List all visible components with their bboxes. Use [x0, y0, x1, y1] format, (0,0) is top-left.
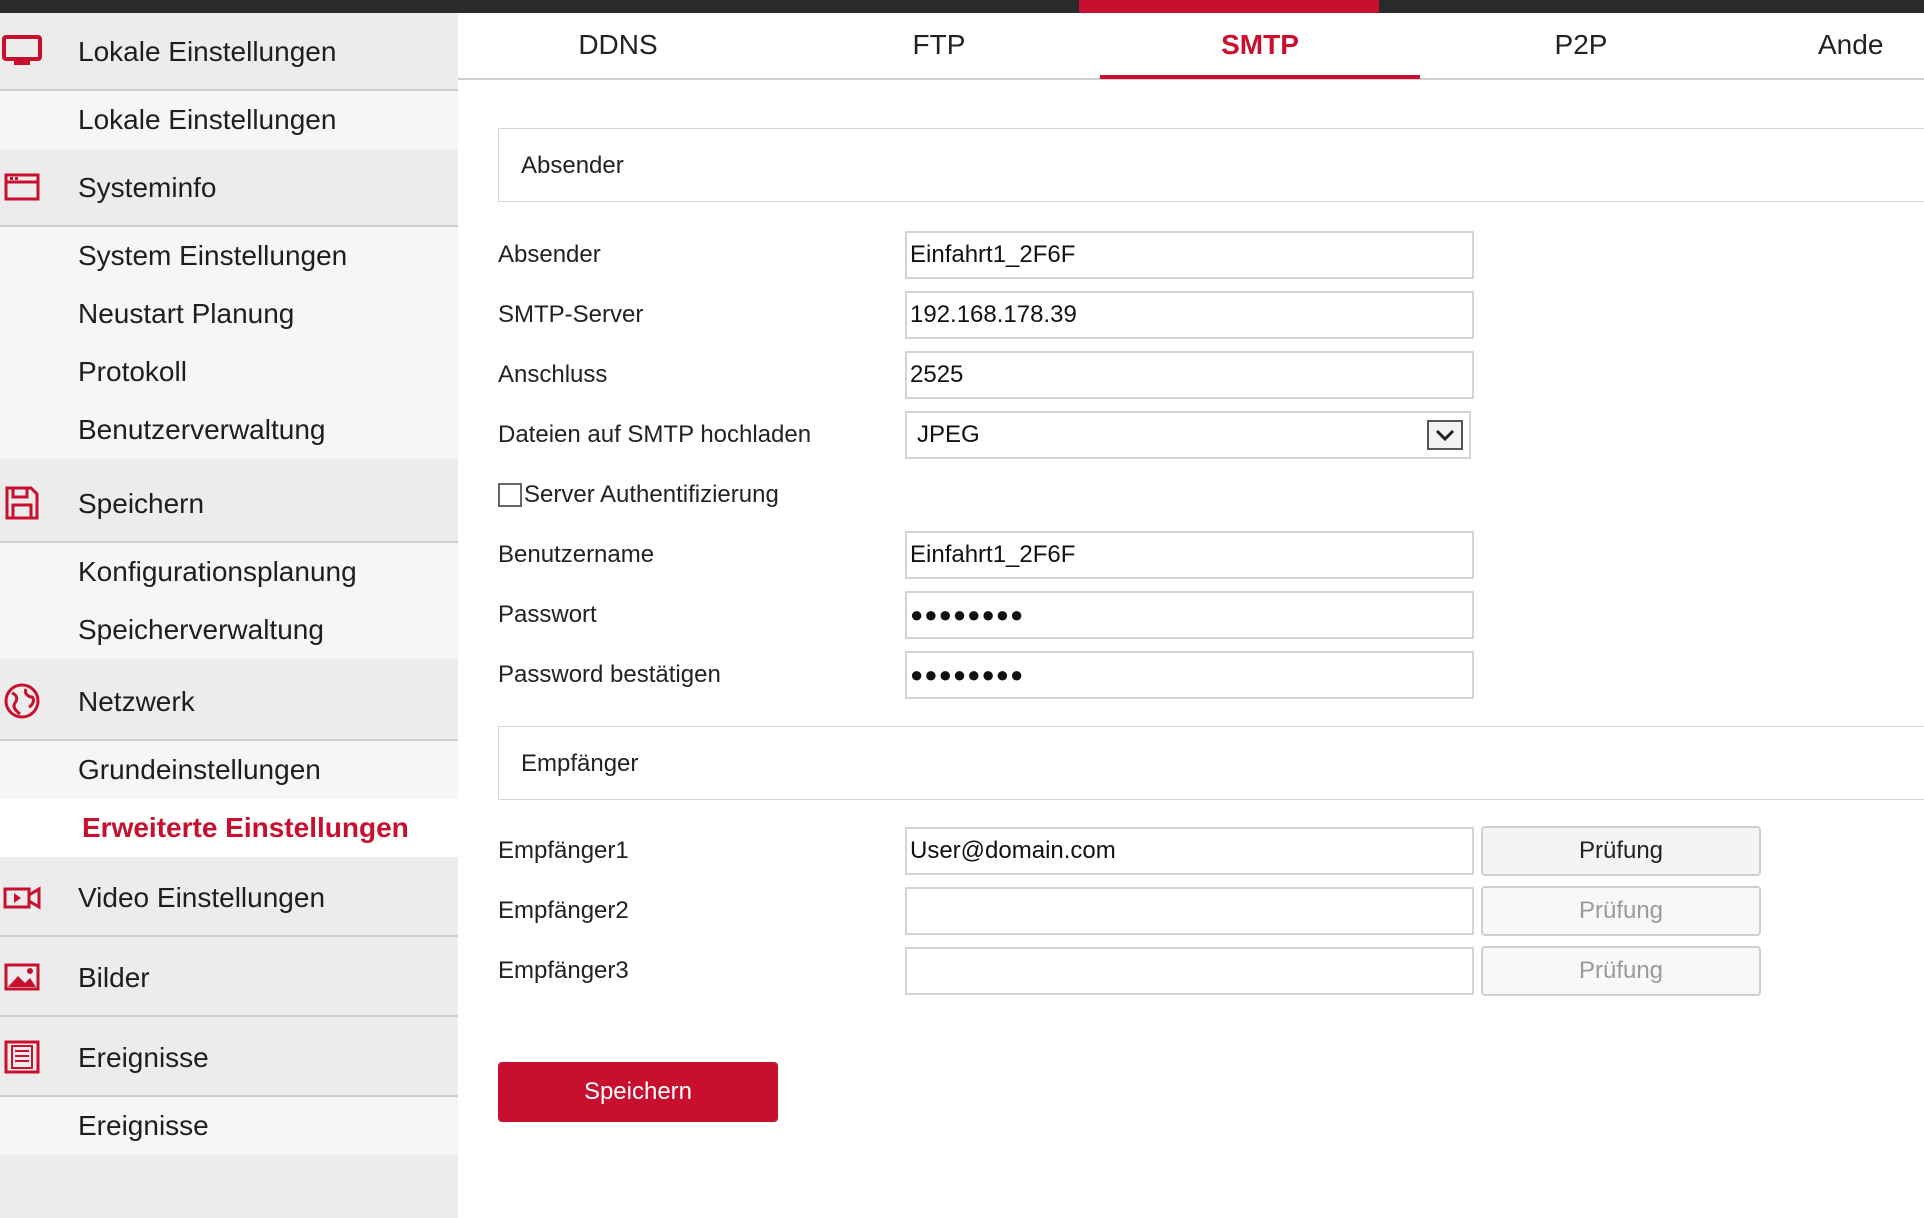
upload-label: Dateien auf SMTP hochladen — [498, 421, 812, 448]
sidebar-category-images[interactable]: Bilder — [0, 939, 458, 1017]
sender-label: Absender — [498, 241, 601, 268]
sidebar-category-systeminfo[interactable]: Systeminfo — [0, 149, 458, 227]
monitor-icon — [2, 31, 42, 71]
sidebar-category-local-settings[interactable]: Lokale Einstellungen — [0, 13, 458, 91]
recipient3-label: Empfänger3 — [498, 957, 629, 984]
tab-bar: DDNS FTP SMTP P2P Ande — [458, 13, 1924, 80]
auth-checkbox[interactable] — [498, 483, 522, 507]
sidebar-item-advanced-settings[interactable]: Erweiterte Einstellungen — [0, 799, 458, 857]
system-window-icon — [2, 167, 42, 207]
sidebar-category-label: Netzwerk — [78, 686, 195, 717]
sidebar-item-config-schedule[interactable]: Konfigurationsplanung — [0, 543, 458, 601]
sidebar-item-label: Benutzerverwaltung — [78, 414, 326, 445]
sidebar-category-label: Bilder — [78, 962, 150, 993]
sender-input[interactable]: Einfahrt1_2F6F — [905, 231, 1474, 279]
recipient2-input[interactable] — [905, 887, 1474, 935]
tab-other-label: Ande — [1818, 29, 1884, 60]
sidebar-category-label: Ereignisse — [78, 1042, 209, 1073]
username-input[interactable]: Einfahrt1_2F6F — [905, 531, 1474, 579]
sidebar-item-label: Protokoll — [78, 356, 187, 387]
top-bar — [0, 0, 1924, 13]
section-recipient: Empfänger — [498, 726, 1924, 800]
image-icon — [2, 957, 42, 997]
password-input[interactable]: ●●●●●●●● — [905, 591, 1474, 639]
sidebar-item-label: Konfigurationsplanung — [78, 556, 357, 587]
username-label: Benutzername — [498, 541, 655, 568]
sidebar-item-label: System Einstellungen — [78, 240, 348, 271]
top-bar-accent — [1079, 0, 1379, 13]
save-button[interactable]: Speichern — [498, 1062, 778, 1122]
section-title: Empfänger — [521, 750, 639, 777]
event-list-icon — [2, 1037, 42, 1077]
globe-icon — [2, 681, 42, 721]
sidebar-item-restart-schedule[interactable]: Neustart Planung — [0, 285, 458, 343]
section-sender: Absender — [498, 128, 1924, 202]
tab-smtp[interactable]: SMTP — [1100, 13, 1420, 78]
port-input[interactable]: 2525 — [905, 351, 1474, 399]
tab-ddns[interactable]: DDNS — [458, 13, 778, 78]
smtp-server-input[interactable]: 192.168.178.39 — [905, 291, 1474, 339]
sidebar-category-storage[interactable]: Speichern — [0, 465, 458, 543]
sidebar: Lokale Einstellungen Lokale Einstellunge… — [0, 13, 458, 1218]
chevron-down-icon[interactable] — [1427, 420, 1463, 450]
sidebar-item-storage-management[interactable]: Speicherverwaltung — [0, 601, 458, 659]
sidebar-category-label: Video Einstellungen — [78, 882, 326, 913]
sidebar-item-label: Ereignisse — [78, 1110, 209, 1141]
sidebar-category-network[interactable]: Netzwerk — [0, 663, 458, 741]
sidebar-item-system-settings[interactable]: System Einstellungen — [0, 227, 458, 285]
sidebar-item-events[interactable]: Ereignisse — [0, 1097, 458, 1155]
sidebar-item-label: Grundeinstellungen — [78, 754, 321, 785]
smtp-server-label: SMTP-Server — [498, 301, 644, 328]
sidebar-category-label: Systeminfo — [78, 172, 217, 203]
sidebar-item-user-management[interactable]: Benutzerverwaltung — [0, 401, 458, 459]
port-label: Anschluss — [498, 361, 608, 388]
sidebar-item-label: Speicherverwaltung — [78, 614, 324, 645]
sidebar-category-events[interactable]: Ereignisse — [0, 1019, 458, 1097]
tab-ftp[interactable]: FTP — [779, 13, 1099, 78]
recipient3-input[interactable] — [905, 947, 1474, 995]
active-tab-indicator — [1100, 75, 1420, 79]
sidebar-item-basic-settings[interactable]: Grundeinstellungen — [0, 741, 458, 799]
sidebar-item-label: Erweiterte Einstellungen — [82, 812, 409, 843]
sidebar-category-video-settings[interactable]: Video Einstellungen — [0, 859, 458, 937]
recipient1-test-button[interactable]: Prüfung — [1481, 826, 1761, 876]
upload-format-select[interactable]: JPEG — [905, 411, 1471, 459]
sidebar-category-label: Lokale Einstellungen — [78, 36, 337, 67]
password-label: Passwort — [498, 601, 597, 628]
password-confirm-label: Password bestätigen — [498, 661, 721, 688]
sidebar-item-label: Neustart Planung — [78, 298, 295, 329]
sidebar-item-label: Lokale Einstellungen — [78, 104, 337, 135]
auth-label: Server Authentifizierung — [524, 481, 779, 508]
sidebar-item-local-settings[interactable]: Lokale Einstellungen — [0, 91, 458, 149]
password-confirm-input[interactable]: ●●●●●●●● — [905, 651, 1474, 699]
tab-p2p[interactable]: P2P — [1421, 13, 1741, 78]
recipient1-input[interactable]: User@domain.com — [905, 827, 1474, 875]
select-value: JPEG — [917, 421, 980, 448]
recipient1-label: Empfänger1 — [498, 837, 629, 864]
sidebar-category-label: Speichern — [78, 488, 205, 519]
video-camera-icon — [2, 877, 42, 917]
tab-other[interactable]: Ande — [1742, 13, 1924, 78]
recipient2-label: Empfänger2 — [498, 897, 629, 924]
sidebar-item-log[interactable]: Protokoll — [0, 343, 458, 401]
floppy-disk-icon — [2, 483, 42, 523]
recipient2-test-button[interactable]: Prüfung — [1481, 886, 1761, 936]
section-title: Absender — [521, 152, 624, 179]
recipient3-test-button[interactable]: Prüfung — [1481, 946, 1761, 996]
